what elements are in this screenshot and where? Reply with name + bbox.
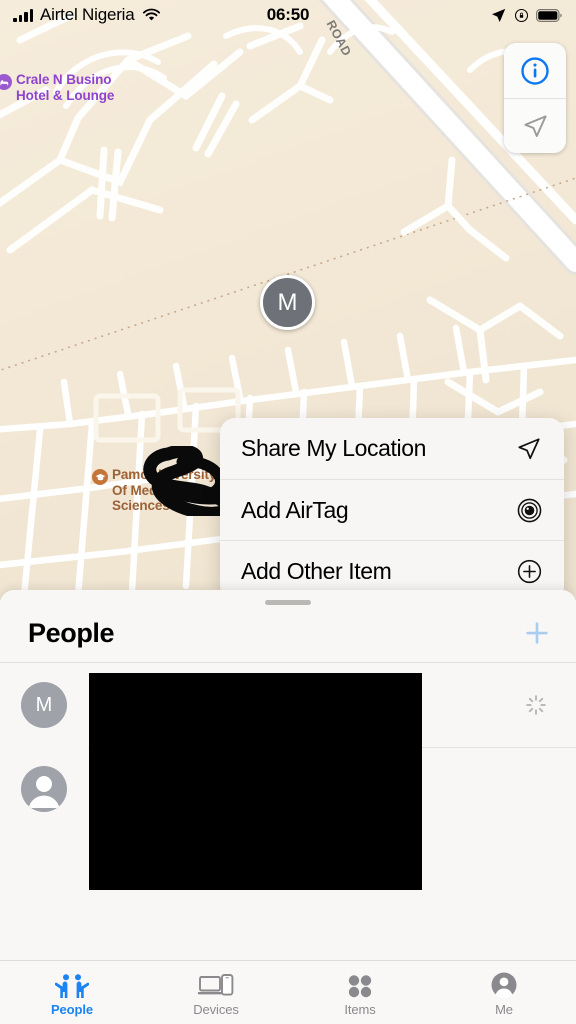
redaction-block (89, 673, 422, 890)
location-arrow-outline-icon (516, 436, 542, 462)
sheet-grabber[interactable] (265, 600, 311, 605)
location-arrow-icon (491, 8, 506, 22)
info-button[interactable] (504, 43, 566, 98)
add-person-button[interactable] (520, 616, 554, 650)
menu-item-share-my-location[interactable]: Share My Location (220, 418, 564, 479)
loading-spinner-icon (520, 693, 552, 717)
page-title: People (28, 617, 115, 648)
hotel-bed-icon (0, 74, 12, 90)
find-my-app-screen: ROAD Crale N Busino Hotel & Lounge Pamo U… (0, 0, 576, 1024)
tab-label: People (50, 1001, 94, 1017)
status-bar-right (490, 7, 562, 24)
status-bar: Airtel Nigeria 06:50 (0, 0, 576, 30)
tab-people[interactable]: People (0, 961, 144, 1024)
tab-bar: People Devices Items Me (0, 960, 576, 1024)
tracking-button[interactable] (504, 98, 566, 153)
tab-devices[interactable]: Devices (144, 961, 288, 1024)
avatar (21, 766, 67, 812)
tab-label: Items (344, 1001, 376, 1017)
plus-circle-icon (516, 558, 542, 584)
poi-university[interactable]: Pamo University Of Medical Sciences (92, 467, 216, 514)
tab-me[interactable]: Me (432, 961, 576, 1024)
map-person-pin[interactable]: M (260, 275, 315, 330)
poi-hotel-label: Crale N Busino Hotel & Lounge (16, 72, 115, 103)
tab-label: Devices (193, 1001, 239, 1017)
menu-item-label: Add AirTag (241, 496, 349, 523)
airtag-icon (516, 497, 542, 523)
menu-item-label: Add Other Item (241, 557, 392, 584)
map-controls (504, 43, 566, 153)
devices-icon (197, 969, 235, 999)
battery-full-icon (536, 8, 562, 22)
people-icon (55, 969, 89, 999)
rotation-lock-icon (514, 8, 529, 22)
poi-university-label: Pamo University Of Medical Sciences (112, 467, 217, 513)
info-circle-icon (521, 56, 549, 85)
menu-item-label: Share My Location (241, 435, 426, 461)
location-arrow-outline-icon (523, 114, 547, 137)
context-menu: Share My Location Add AirTag Add Other I… (220, 418, 564, 601)
graduation-cap-icon (92, 469, 108, 485)
plus-icon (526, 622, 548, 644)
map-pin-initial: M (277, 288, 298, 316)
tab-label: Me (495, 1001, 513, 1017)
items-grid-icon (345, 969, 375, 999)
tab-items[interactable]: Items (288, 961, 432, 1024)
people-sheet: People M (0, 590, 576, 960)
person-circle-icon (489, 969, 519, 999)
person-silhouette-icon (28, 776, 60, 808)
avatar: M (21, 682, 67, 728)
avatar-initial: M (35, 693, 53, 716)
menu-item-add-airtag[interactable]: Add AirTag (220, 479, 564, 540)
poi-hotel[interactable]: Crale N Busino Hotel & Lounge (0, 72, 114, 103)
